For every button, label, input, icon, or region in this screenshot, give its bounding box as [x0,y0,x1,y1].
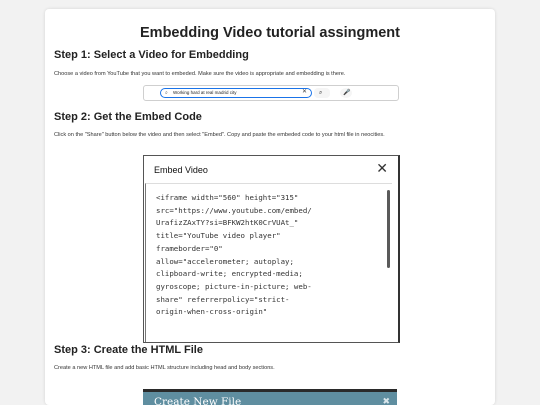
search-button[interactable]: ⌕ [314,88,330,98]
embed-code: <iframe width="560" height="315" src="ht… [156,193,312,317]
step2-heading: Step 2: Get the Embed Code [54,111,202,123]
embed-video-dialog: Embed Video ✕ <iframe width="560" height… [143,155,400,343]
step1-text: Choose a video from YouTube that you wan… [54,71,346,77]
close-icon[interactable]: ✕ [302,89,307,96]
step2-text: Click on the "Share" button below the vi… [54,132,385,138]
microphone-icon: 🎤 [343,90,351,96]
search-icon: ⌕ [319,90,323,96]
youtube-search-bar: ⌕ Working hard at real madrid city ✕ ⌕ 🎤 [143,85,399,101]
search-icon: ⌕ [165,90,168,96]
page-title: Embedding Video tutorial assingment [140,25,400,41]
embed-dialog-title: Embed Video [154,165,208,175]
create-new-file-dialog: Create New File ✖ [143,389,397,405]
close-icon[interactable]: ✕ [376,160,388,176]
create-file-title: Create New File [154,396,242,405]
step3-text: Create a new HTML file and add basic HTM… [54,365,275,371]
code-scrollbar[interactable] [387,190,390,268]
step3-heading: Step 3: Create the HTML File [54,344,203,356]
close-icon[interactable]: ✖ [382,396,390,405]
search-input[interactable]: ⌕ Working hard at real madrid city ✕ [160,88,312,98]
tutorial-card: Embedding Video tutorial assingment Step… [45,9,495,405]
voice-search-button[interactable]: 🎤 [340,88,352,98]
search-query: Working hard at real madrid city [173,90,237,95]
step1-heading: Step 1: Select a Video for Embedding [54,49,249,61]
embed-code-textarea[interactable]: <iframe width="560" height="315" src="ht… [145,183,392,342]
